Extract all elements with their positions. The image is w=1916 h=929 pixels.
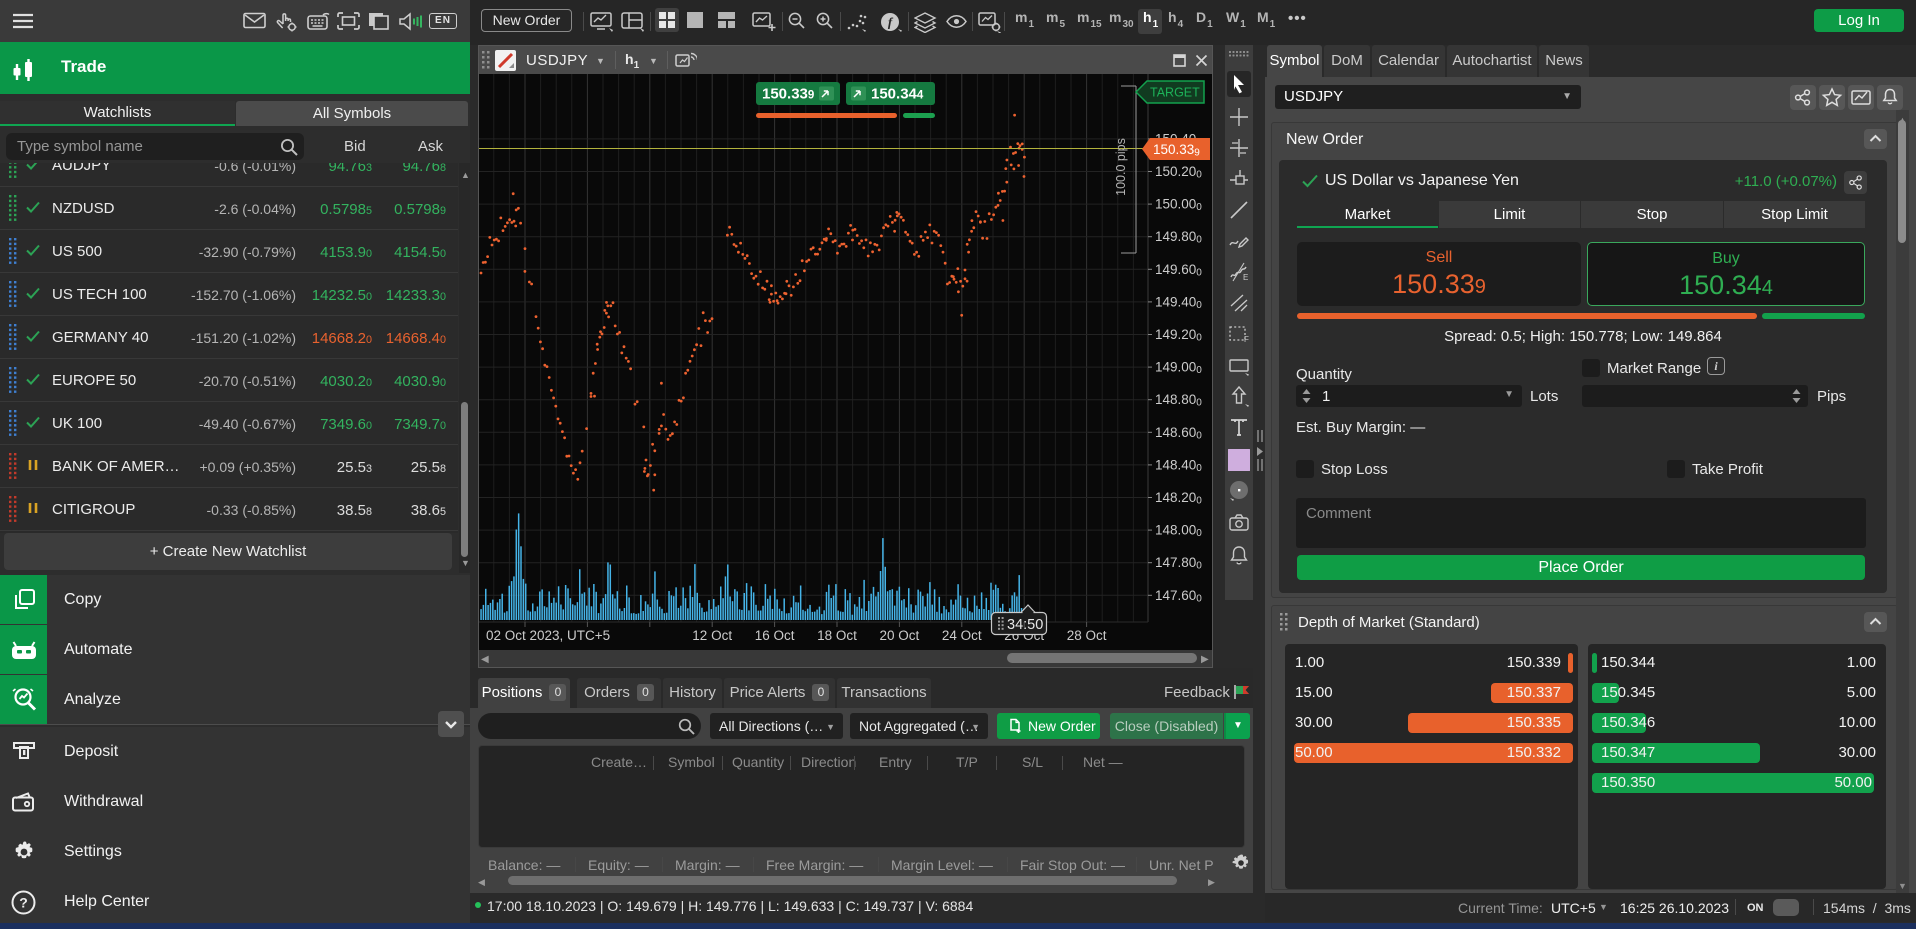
svg-text:24 Oct: 24 Oct [942, 628, 982, 643]
svg-text:148.600: 148.600 [1155, 425, 1202, 442]
svg-text:?: ? [19, 895, 28, 911]
svg-text:149.600: 149.600 [1155, 262, 1202, 279]
svg-text:150.339: 150.339 [1153, 142, 1200, 159]
svg-text:149.000: 149.000 [1155, 360, 1202, 377]
svg-text:F: F [1244, 335, 1249, 344]
svg-text:147.600: 147.600 [1155, 588, 1202, 605]
svg-text:148.400: 148.400 [1155, 457, 1202, 474]
svg-text:12 Oct: 12 Oct [692, 628, 732, 643]
svg-text:20 Oct: 20 Oct [880, 628, 920, 643]
svg-text:TARGET: TARGET [1150, 86, 1200, 100]
svg-text:34:50: 34:50 [1007, 617, 1043, 633]
svg-text:149.200: 149.200 [1155, 327, 1202, 344]
svg-text:100.0 pips: 100.0 pips [1114, 138, 1128, 196]
svg-text:28 Oct: 28 Oct [1067, 628, 1107, 643]
svg-text:148.200: 148.200 [1155, 490, 1202, 507]
svg-text:148.000: 148.000 [1155, 523, 1202, 540]
svg-text:147.800: 147.800 [1155, 555, 1202, 572]
svg-text:18 Oct: 18 Oct [817, 628, 857, 643]
svg-text:149.400: 149.400 [1155, 294, 1202, 311]
svg-text:150.200: 150.200 [1155, 164, 1202, 181]
svg-text:150.339: 150.339 [762, 86, 814, 103]
svg-text:148.800: 148.800 [1155, 392, 1202, 409]
svg-text:E: E [1243, 273, 1248, 282]
svg-text:02 Oct 2023, UTC+5: 02 Oct 2023, UTC+5 [486, 628, 610, 643]
svg-text:149.800: 149.800 [1155, 229, 1202, 246]
svg-text:150.000: 150.000 [1155, 197, 1202, 214]
svg-text:16 Oct: 16 Oct [755, 628, 795, 643]
svg-text:150.344: 150.344 [871, 86, 924, 103]
